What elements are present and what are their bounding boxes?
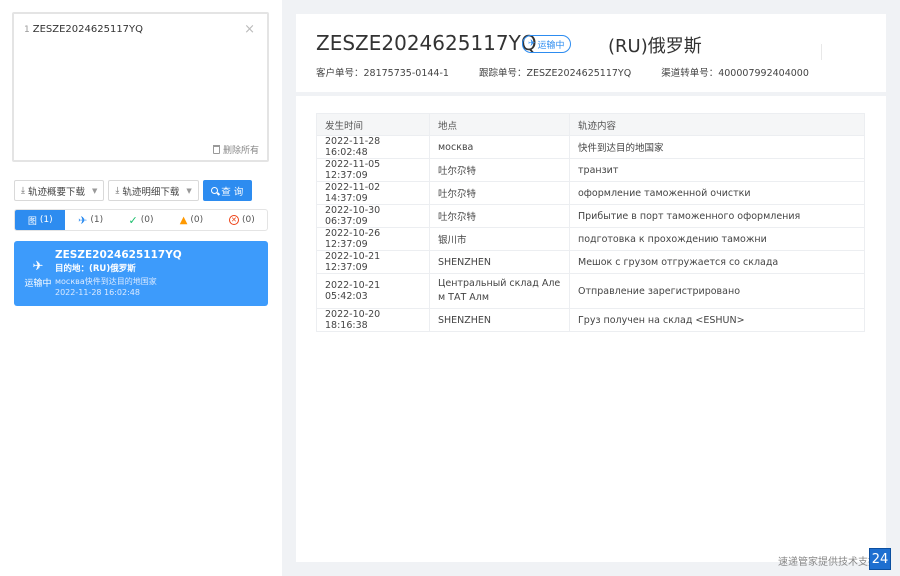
destination-title: (RU)俄罗斯 [608, 36, 702, 57]
card-last-event: москва快件到达目的地国家 [55, 277, 157, 286]
delete-all-button[interactable]: 删除所有 [212, 143, 259, 156]
tracking-number-textarea[interactable]: 1 ZESZE2024625117YQ × 删除所有 [12, 12, 269, 162]
tab-count: (0) [190, 215, 204, 225]
tab-in-transit[interactable]: ✈ (1) [65, 210, 115, 230]
cell-location: SHENZHEN [429, 308, 570, 332]
chevron-down-icon: ▼ [186, 186, 192, 195]
table-row: 2022-11-05 12:37:09 吐尔尕特 транзит [316, 158, 865, 182]
cell-location: Центральный склад Але м ТАТ Алм [429, 273, 570, 309]
shipment-card[interactable]: ✈ 运输中 ZESZE2024625117YQ 目的地：(RU)俄罗斯 моск… [14, 241, 268, 306]
meta-row: 客户单号：28175735-0144-1 跟踪单号：ZESZE202462511… [316, 65, 809, 79]
cell-location: 吐尔尕特 [429, 181, 570, 205]
tab-delivered[interactable]: ✓ (0) [116, 210, 166, 230]
column-header-time: 发生时间 [316, 113, 430, 136]
textarea-line: 1 ZESZE2024625117YQ [24, 24, 143, 35]
search-button[interactable]: 查 询 [202, 180, 252, 201]
card-body: ZESZE2024625117YQ 目的地：(RU)俄罗斯 москва快件到达… [55, 249, 182, 297]
table-row: 2022-10-26 12:37:09 银川市 подготовка к про… [316, 227, 865, 251]
column-header-location: 地点 [429, 113, 570, 136]
trash-icon [212, 145, 220, 154]
tech-support-note: 速递管家提供技术支持 [778, 557, 878, 568]
download-icon: ⤓ [21, 185, 25, 196]
tab-all[interactable]: 图 (1) [15, 210, 66, 230]
cell-location: 吐尔尕特 [429, 158, 570, 182]
table-row: 2022-10-21 12:37:09 SHENZHEN Мешок с гру… [316, 250, 865, 274]
cell-time: 2022-10-21 05:42:03 [316, 273, 430, 309]
plane-icon: ✈ [32, 259, 44, 274]
all-icon: 图 [27, 216, 37, 227]
table-row: 2022-11-02 14:37:09 吐尔尕特 оформление тамо… [316, 181, 865, 205]
cell-location: SHENZHEN [429, 250, 570, 274]
cell-content: Отправление зарегистрировано [569, 273, 865, 309]
divider [821, 44, 822, 60]
card-tracking-number: ZESZE2024625117YQ [55, 249, 182, 261]
tracking-detail-card: 发生时间 地点 轨迹内容 2022-11-28 16:02:48 москва … [296, 96, 886, 562]
table-row: 2022-10-30 06:37:09 吐尔尕特 Прибытие в порт… [316, 204, 865, 228]
card-status: ✈ 运输中 [20, 259, 56, 289]
cell-content: транзит [569, 158, 865, 182]
detail-header: ZESZE2024625117YQ ✈ 运输中 (RU)俄罗斯 客户单号：281… [296, 14, 886, 92]
support-badge[interactable]: 24 [869, 548, 891, 570]
cell-time: 2022-10-30 06:37:09 [316, 204, 430, 228]
tracking-number: 跟踪单号：ZESZE2024625117YQ [478, 68, 632, 79]
plane-icon: ✈ [528, 39, 536, 49]
tab-count: (0) [241, 215, 255, 225]
cell-time: 2022-10-26 12:37:09 [316, 227, 430, 251]
search-icon [211, 187, 219, 194]
cell-location: 银川市 [429, 227, 570, 251]
summary-download-button[interactable]: ⤓ 轨迹概要下载 ▼ [14, 180, 105, 201]
download-icon: ⤓ [115, 185, 120, 196]
cell-time: 2022-10-20 18:16:38 [316, 308, 430, 332]
channel-number: 渠道转单号：400007992404000 [661, 68, 809, 79]
textarea-value: ZESZE2024625117YQ [32, 24, 144, 35]
page-title: ZESZE2024625117YQ [316, 31, 537, 55]
plane-icon: ✈ [78, 213, 88, 227]
search-label: 查 询 [221, 186, 244, 198]
tab-count: (1) [39, 215, 53, 225]
cell-content: подготовка к прохождению таможни [569, 227, 865, 251]
table-header-row: 发生时间 地点 轨迹内容 [316, 113, 865, 136]
status-badge: ✈ 运输中 [522, 35, 571, 53]
table-row: 2022-10-21 05:42:03 Центральный склад Ал… [316, 273, 865, 309]
cell-content: оформление таможенной очистки [569, 181, 865, 205]
left-panel: 1 ZESZE2024625117YQ × 删除所有 ⤓ 轨迹概要下载 ▼ ⤓ 轨… [0, 0, 282, 576]
cell-location: москва [429, 135, 570, 159]
cell-time: 2022-11-02 14:37:09 [316, 181, 430, 205]
tab-error[interactable]: ✕ (0) [217, 210, 267, 230]
cell-content: Груз получен на склад <ESHUN> [569, 308, 865, 332]
cell-content: Прибытие в порт таможенного оформления [569, 204, 865, 228]
check-icon: ✓ [128, 213, 138, 227]
detail-download-label: 轨迹明细下载 [122, 186, 180, 198]
status-filter-tabs: 图 (1) ✈ (1) ✓ (0) ▲ (0) ✕ (0) [14, 209, 268, 231]
status-badge-label: 运输中 [537, 40, 565, 51]
card-time: 2022-11-28 16:02:48 [55, 288, 140, 297]
cell-time: 2022-11-28 16:02:48 [316, 135, 430, 159]
chevron-down-icon: ▼ [92, 186, 98, 195]
cell-location: 吐尔尕特 [429, 204, 570, 228]
table-row: 2022-10-20 18:16:38 SHENZHEN Груз получе… [316, 308, 865, 332]
close-icon[interactable]: × [244, 22, 255, 37]
customer-number: 客户单号：28175735-0144-1 [316, 68, 449, 79]
cell-time: 2022-11-05 12:37:09 [316, 158, 430, 182]
error-icon: ✕ [228, 215, 239, 225]
warning-icon: ▲ [179, 214, 188, 226]
tab-count: (1) [90, 215, 104, 225]
summary-download-label: 轨迹概要下载 [27, 186, 85, 198]
card-destination: 目的地：(RU)俄罗斯 [55, 264, 136, 274]
tracking-table: 发生时间 地点 轨迹内容 2022-11-28 16:02:48 москва … [316, 113, 865, 332]
table-row: 2022-11-28 16:02:48 москва 快件到达目的地国家 [316, 135, 865, 159]
action-toolbar: ⤓ 轨迹概要下载 ▼ ⤓ 轨迹明细下载 ▼ 查 询 [14, 180, 252, 201]
line-number: 1 [24, 25, 30, 35]
delete-all-label: 删除所有 [222, 146, 259, 156]
card-status-label: 运输中 [24, 279, 52, 289]
detail-download-button[interactable]: ⤓ 轨迹明细下载 ▼ [108, 180, 199, 201]
tab-warning[interactable]: ▲ (0) [166, 210, 216, 230]
cell-content: 快件到达目的地国家 [569, 135, 865, 159]
cell-time: 2022-10-21 12:37:09 [316, 250, 430, 274]
column-header-content: 轨迹内容 [569, 113, 865, 136]
tab-count: (0) [140, 215, 154, 225]
cell-content: Мешок с грузом отгружается со склада [569, 250, 865, 274]
